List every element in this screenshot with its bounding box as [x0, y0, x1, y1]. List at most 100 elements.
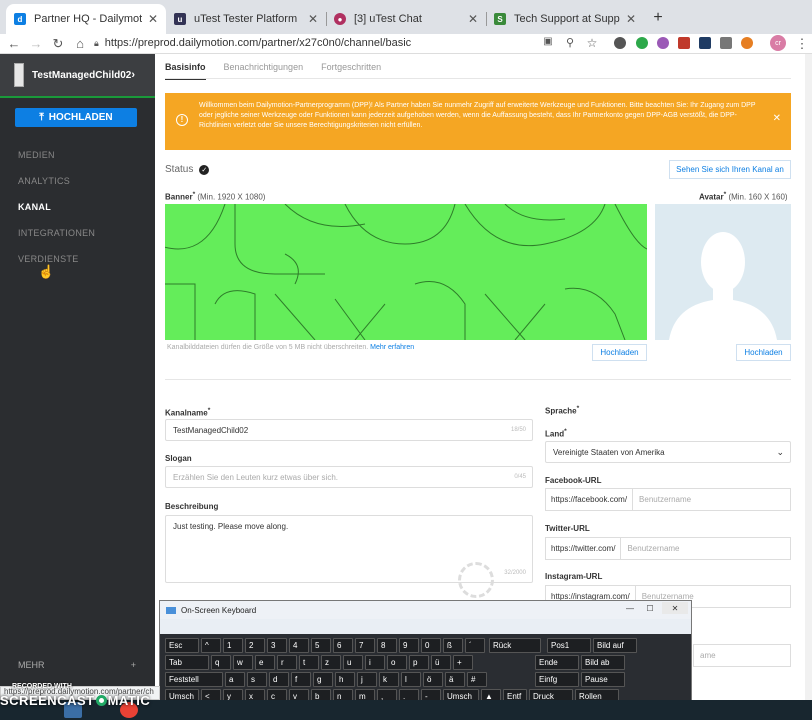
home-icon[interactable]: ⌂ [72, 36, 88, 51]
extension-icon[interactable] [720, 37, 732, 49]
tab-title: Tech Support at SupportDetails.c [514, 13, 620, 25]
close-icon[interactable]: ✕ [773, 114, 781, 124]
osk-key[interactable]: i [365, 655, 385, 670]
menu-icon[interactable]: ⋮ [794, 36, 810, 52]
sidebar-item-integrationen[interactable]: INTEGRATIONEN [18, 228, 95, 238]
osk-key[interactable]: 5 [311, 638, 331, 653]
tab-tech-support[interactable]: S Tech Support at SupportDetails.c ✕ [486, 4, 644, 34]
osk-key[interactable]: a [225, 672, 245, 687]
profile-avatar[interactable]: cr [770, 35, 786, 51]
zoom-icon[interactable]: ⚲ [562, 36, 578, 49]
sidebar-item-verdienste[interactable]: VERDIENSTE [18, 254, 79, 264]
osk-key[interactable]: ^ [201, 638, 221, 653]
tab-utest-chat[interactable]: ● [3] uTest Chat ✕ [326, 4, 486, 34]
osk-key[interactable]: Ende [535, 655, 579, 670]
url-field[interactable]: 🔒︎ https://preprod.dailymotion.com/partn… [94, 34, 524, 52]
osk-key[interactable]: 6 [333, 638, 353, 653]
osk-key[interactable]: t [299, 655, 319, 670]
cast-icon[interactable]: ▣ [540, 36, 556, 47]
new-tab-button[interactable]: + [649, 9, 667, 27]
extension-icon[interactable] [699, 37, 711, 49]
osk-key[interactable]: l [401, 672, 421, 687]
extension-icon[interactable] [741, 37, 753, 49]
bookmark-star-icon[interactable]: ☆ [584, 36, 600, 50]
osk-key[interactable]: Rück [489, 638, 541, 653]
extension-icon[interactable] [678, 37, 690, 49]
osk-key[interactable]: + [453, 655, 473, 670]
osk-key[interactable]: ä [445, 672, 465, 687]
osk-key[interactable]: 9 [399, 638, 419, 653]
tab-partner-hq[interactable]: d Partner HQ - Dailymotion ✕ [6, 4, 166, 34]
osk-key[interactable]: 7 [355, 638, 375, 653]
banner-label-text: Banner [165, 192, 193, 202]
extension-icon[interactable] [614, 37, 626, 49]
view-channel-button[interactable]: Sehen Sie sich Ihren Kanal an [669, 160, 791, 179]
osk-key[interactable]: Einfg [535, 672, 579, 687]
osk-key[interactable]: ß [443, 638, 463, 653]
facebook-url-input[interactable]: https://facebook.com/ Benutzername [545, 488, 791, 511]
sidebar-item-analytics[interactable]: ANALYTICS [18, 176, 70, 186]
channel-name-input[interactable]: TestManagedChild02 18/50 [165, 419, 533, 441]
osk-key[interactable]: Bild ab [581, 655, 625, 670]
close-icon[interactable]: ✕ [468, 12, 478, 26]
tab-utest-platform[interactable]: u uTest Tester Platform ✕ [166, 4, 326, 34]
osk-key[interactable]: f [291, 672, 311, 687]
sidebar-item-medien[interactable]: MEDIEN [18, 150, 55, 160]
osk-key[interactable]: q [211, 655, 231, 670]
osk-key[interactable]: 2 [245, 638, 265, 653]
osk-key[interactable]: ü [431, 655, 451, 670]
osk-key[interactable]: g [313, 672, 333, 687]
learn-more-link[interactable]: Mehr erfahren [370, 344, 414, 351]
twitter-url-input[interactable]: https://twitter.com/ Benutzername [545, 537, 791, 560]
osk-key[interactable]: Pause [581, 672, 625, 687]
osk-key[interactable]: Esc [165, 638, 199, 653]
country-select[interactable]: Vereinigte Staaten von Amerika ⌄ [545, 441, 791, 463]
sidebar-more[interactable]: MEHR + [18, 660, 136, 670]
slogan-input[interactable]: Erzählen Sie den Leuten kurz etwas über … [165, 466, 533, 488]
upload-banner-button[interactable]: Hochladen [592, 344, 647, 361]
account-switcher[interactable]: TestManagedChild02 › [0, 54, 155, 98]
osk-key[interactable]: Pos1 [547, 638, 591, 653]
osk-key[interactable]: r [277, 655, 297, 670]
forward-icon[interactable]: → [28, 36, 44, 51]
osk-key[interactable]: ö [423, 672, 443, 687]
osk-key[interactable]: h [335, 672, 355, 687]
osk-key[interactable]: k [379, 672, 399, 687]
close-icon[interactable]: ✕ [626, 12, 636, 26]
maximize-button[interactable]: ☐ [642, 602, 658, 614]
osk-key[interactable]: d [269, 672, 289, 687]
osk-key[interactable]: 1 [223, 638, 243, 653]
osk-key[interactable]: Bild auf [593, 638, 637, 653]
banner-label: Banner* (Min. 1920 X 1080) [165, 191, 266, 202]
scrollbar[interactable] [805, 54, 812, 700]
osk-key[interactable]: Tab [165, 655, 209, 670]
upload-button[interactable]: ⤒ HOCHLADEN [15, 108, 137, 127]
osk-key[interactable]: 0 [421, 638, 441, 653]
osk-key[interactable]: 3 [267, 638, 287, 653]
extension-icon[interactable] [657, 37, 669, 49]
avatar-size: (Min. 160 X 160) [728, 192, 788, 202]
osk-key[interactable]: z [321, 655, 341, 670]
sidebar-item-kanal[interactable]: KANAL [18, 202, 51, 212]
extension-icon[interactable] [636, 37, 648, 49]
osk-key[interactable]: u [343, 655, 363, 670]
osk-key[interactable]: # [467, 672, 487, 687]
partial-url-input[interactable]: ame [693, 644, 791, 667]
osk-key[interactable]: j [357, 672, 377, 687]
close-window-button[interactable]: ✕ [662, 602, 688, 614]
osk-key[interactable]: e [255, 655, 275, 670]
osk-key[interactable]: w [233, 655, 253, 670]
close-icon[interactable]: ✕ [148, 12, 158, 26]
osk-key[interactable]: 4 [289, 638, 309, 653]
osk-key[interactable]: o [387, 655, 407, 670]
close-icon[interactable]: ✕ [308, 12, 318, 26]
upload-avatar-button[interactable]: Hochladen [736, 344, 791, 361]
osk-key[interactable]: p [409, 655, 429, 670]
minimize-button[interactable]: — [622, 602, 638, 614]
back-icon[interactable]: ← [6, 36, 22, 51]
osk-key[interactable]: Feststell [165, 672, 223, 687]
osk-key[interactable]: s [247, 672, 267, 687]
osk-key[interactable]: ´ [465, 638, 485, 653]
osk-key[interactable]: 8 [377, 638, 397, 653]
reload-icon[interactable]: ↻ [50, 36, 66, 52]
